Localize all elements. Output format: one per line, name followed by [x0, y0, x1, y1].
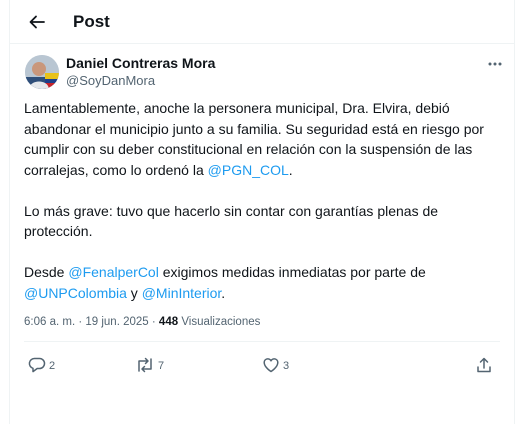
post-meta: 6:06 a. m. · 19 jun. 2025 · 448 Visualiz… — [24, 314, 260, 330]
mention-link-unp[interactable]: @UNPColombia — [24, 285, 127, 301]
header-bar: Post — [10, 0, 514, 44]
mention-link-mininterior[interactable]: @MinInterior — [142, 285, 222, 301]
post-detail-panel: Post Daniel Contreras Mora @SoyDanMora L… — [9, 0, 515, 424]
repost-count: 7 — [158, 360, 165, 372]
text-segment: y — [126, 284, 142, 301]
share-button[interactable] — [475, 355, 493, 375]
post-paragraph-2: Lo más grave: tuvo que hacerlo sin conta… — [24, 202, 439, 240]
post-paragraph-3: Desde @FenalperCol exigimos medidas inme… — [24, 262, 508, 303]
like-count: 3 — [283, 360, 290, 372]
like-button[interactable]: 3 — [262, 355, 289, 375]
views-count: 448 — [158, 316, 179, 328]
views-label: Visualizaciones — [181, 316, 261, 328]
reply-icon — [28, 356, 46, 374]
reply-button[interactable]: 2 — [28, 355, 55, 375]
post-date[interactable]: 19 jun. 2025 — [85, 316, 148, 328]
mention-link-fenalper[interactable]: @FenalperCol — [68, 264, 158, 280]
share-icon — [475, 356, 493, 374]
meta-separator: · — [75, 316, 86, 328]
divider — [24, 341, 500, 342]
author-name[interactable]: Daniel Contreras Mora — [66, 55, 215, 72]
author-handle[interactable]: @SoyDanMora — [66, 73, 155, 89]
text-segment: Desde — [24, 264, 69, 280]
repost-icon — [135, 356, 155, 374]
post-time[interactable]: 6:06 a. m. — [24, 316, 75, 328]
mention-link-pgn[interactable]: @PGN_COL — [208, 162, 289, 178]
text-segment: exigimos medidas inmediatas por parte de — [158, 264, 426, 280]
text-segment: . — [221, 284, 226, 301]
page-title: Post — [73, 12, 110, 31]
arrow-left-icon[interactable] — [27, 12, 47, 32]
reply-count: 2 — [49, 360, 56, 372]
heart-icon — [262, 356, 280, 374]
text-segment: . — [288, 161, 293, 178]
post-paragraph-1: Lamentablemente, anoche la personera mun… — [24, 98, 508, 180]
avatar[interactable] — [25, 55, 59, 89]
repost-button[interactable]: 7 — [135, 355, 164, 375]
meta-separator: · — [148, 316, 159, 328]
post-text: Lamentablemente, anoche la personera mun… — [24, 98, 508, 324]
more-horizontal-icon[interactable] — [486, 57, 504, 71]
